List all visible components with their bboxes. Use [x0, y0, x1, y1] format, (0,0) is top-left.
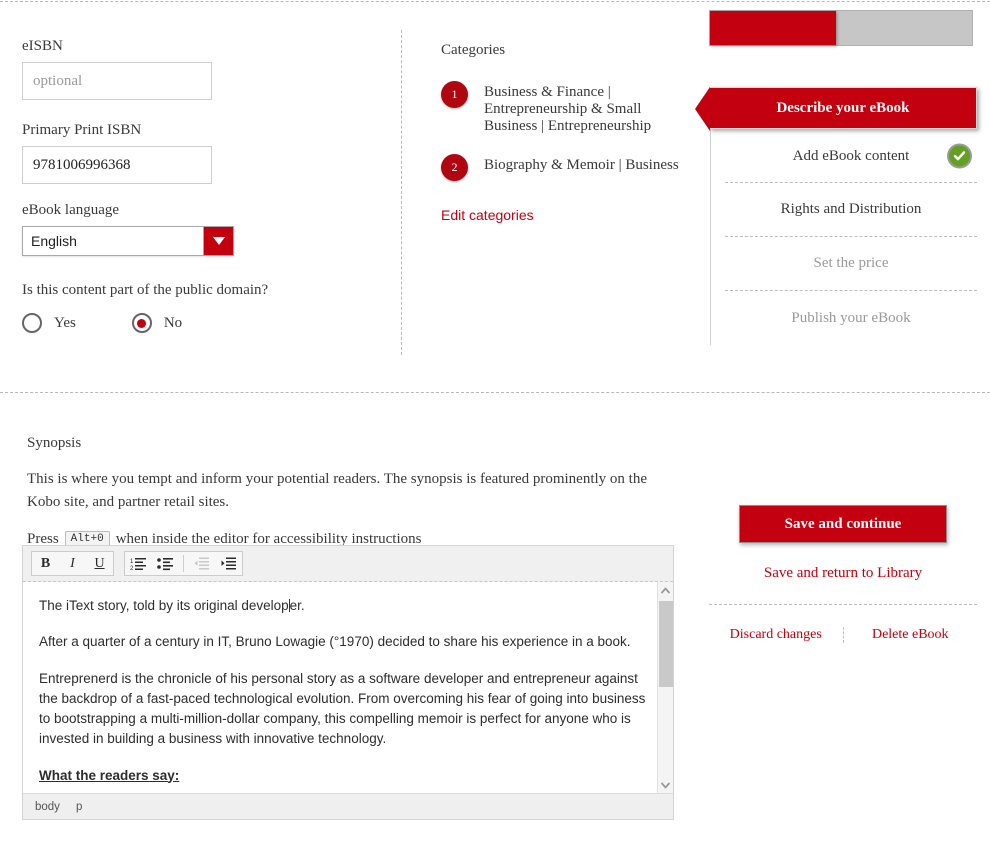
editor-toolbar: B I U 1 2	[23, 546, 673, 582]
step-add-ebook-content[interactable]: Add eBook content	[725, 129, 977, 183]
save-and-return-link[interactable]: Save and return to Library	[709, 565, 977, 582]
synopsis-editor: B I U 1 2 The iText story, told by its o…	[22, 545, 674, 820]
svg-text:1: 1	[130, 559, 134, 565]
primary-print-isbn-label: Primary Print ISBN	[22, 122, 142, 138]
editor-paragraph: After a quarter of a century in IT, Brun…	[39, 634, 631, 650]
step-publish-your-ebook[interactable]: Publish your eBook	[725, 291, 977, 345]
save-and-continue-button[interactable]: Save and continue	[739, 505, 947, 543]
delete-ebook-link[interactable]: Delete eBook	[844, 627, 978, 643]
outdent-icon[interactable]	[188, 552, 215, 575]
public-domain-yes-option[interactable]: Yes	[22, 313, 76, 333]
progress-bar	[709, 10, 973, 46]
synopsis-description: This is where you tempt and inform your …	[27, 471, 648, 511]
categories-title: Categories	[441, 42, 506, 58]
editor-paragraph: Entreprenerd is the chronicle of his per…	[39, 670, 646, 747]
synopsis-section: Synopsis This is where you tempt and inf…	[27, 435, 687, 548]
editor-status-bar: body p	[23, 793, 673, 819]
text-style-group: B I U	[31, 551, 114, 576]
isbn-form: eISBN Primary Print ISBN eBook language …	[22, 38, 372, 333]
radio-yes-label: Yes	[54, 314, 76, 331]
svg-text:2: 2	[130, 566, 134, 571]
category-item: 2 Biography & Memoir | Business	[441, 154, 691, 182]
step-label: Rights and Distribution	[780, 201, 922, 217]
step-describe-your-ebook[interactable]: Describe your eBook	[695, 87, 977, 131]
synopsis-title: Synopsis	[27, 435, 82, 451]
form-categories-divider	[401, 30, 402, 355]
indent-icon[interactable]	[215, 552, 242, 575]
radio-no-label: No	[163, 314, 183, 331]
editor-text-area[interactable]: The iText story, told by its original de…	[23, 582, 673, 793]
editor-paragraph-text: The iText story, told by its original de…	[39, 598, 305, 613]
step-label: Set the price	[813, 255, 889, 271]
action-panel: Save and continue Save and return to Lib…	[709, 505, 977, 643]
toolbar-separator	[183, 555, 184, 572]
unordered-list-icon[interactable]	[152, 552, 179, 575]
progress-bar-fill	[710, 11, 836, 45]
category-label: Biography & Memoir | Business	[484, 157, 679, 174]
scroll-up-icon[interactable]	[658, 582, 673, 598]
radio-no[interactable]	[131, 313, 152, 333]
editor-paragraph-readers-say: What the readers say:	[39, 767, 180, 783]
category-label: Business & Finance | Entrepreneurship & …	[484, 84, 652, 134]
italic-icon[interactable]: I	[59, 552, 86, 575]
ebook-language-select[interactable]: English	[22, 226, 234, 256]
edit-categories-link[interactable]: Edit categories	[441, 207, 534, 223]
step-label: Publish your eBook	[791, 309, 911, 326]
workflow-sidebar: Describe your eBook Add eBook content Ri…	[695, 10, 977, 345]
list-indent-group: 1 2	[124, 551, 243, 576]
category-number-badge: 1	[441, 81, 468, 108]
category-item: 1 Business & Finance | Entrepreneurship …	[441, 81, 691, 134]
bold-icon[interactable]: B	[32, 552, 59, 575]
actions-divider	[709, 604, 977, 605]
check-circle-icon	[947, 143, 972, 169]
workflow-steps: Describe your eBook Add eBook content Ri…	[695, 87, 977, 345]
ebook-language-label: eBook language	[22, 202, 120, 218]
top-divider	[0, 1, 990, 2]
editor-body[interactable]: The iText story, told by its original de…	[23, 582, 673, 793]
section-divider	[0, 392, 990, 393]
public-domain-question: Is this content part of the public domai…	[22, 282, 269, 298]
ebook-language-value: English	[31, 233, 77, 249]
scroll-down-icon[interactable]	[658, 777, 673, 793]
category-number-badge: 2	[441, 154, 468, 182]
status-node-p[interactable]: p	[76, 801, 82, 813]
discard-changes-link[interactable]: Discard changes	[709, 627, 843, 643]
ebook-metadata-page: eISBN Primary Print ISBN eBook language …	[0, 0, 990, 851]
underline-icon[interactable]: U	[86, 552, 113, 575]
destructive-actions: Discard changes Delete eBook	[709, 627, 977, 643]
eisbn-input[interactable]	[22, 62, 212, 100]
editor-scrollbar[interactable]	[657, 582, 673, 793]
radio-yes[interactable]	[22, 313, 42, 333]
scrollbar-thumb[interactable]	[659, 601, 673, 687]
step-label: Add eBook content	[792, 147, 910, 164]
status-node-body[interactable]: body	[35, 801, 60, 813]
editor-paragraph: The iText story, told by its original de…	[39, 596, 649, 616]
step-label: Describe your eBook	[776, 99, 910, 116]
chevron-down-icon[interactable]	[203, 227, 233, 255]
step-rights-and-distribution[interactable]: Rights and Distribution	[725, 183, 977, 237]
step-set-the-price[interactable]: Set the price	[725, 237, 977, 291]
public-domain-no-option[interactable]: No	[131, 313, 183, 333]
categories-panel: Categories 1 Business & Finance | Entrep…	[441, 42, 691, 225]
ordered-list-icon[interactable]: 1 2	[125, 552, 152, 575]
public-domain-radio-group: Yes No	[22, 313, 372, 333]
eisbn-label: eISBN	[22, 38, 63, 54]
primary-print-isbn-input[interactable]	[22, 146, 212, 184]
text-cursor	[288, 599, 290, 612]
